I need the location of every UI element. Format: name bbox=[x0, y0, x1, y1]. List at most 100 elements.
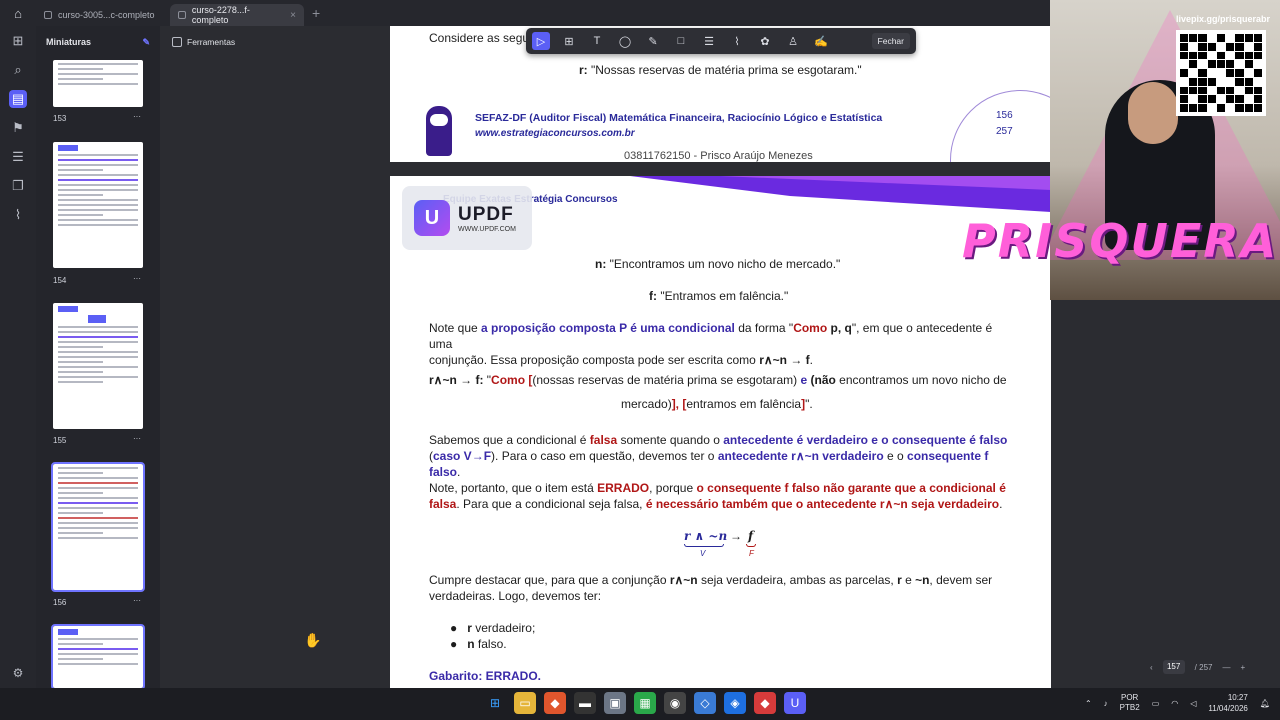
brave-browser-icon[interactable]: ◆ bbox=[544, 692, 566, 714]
text-r: "Nossas reservas de matéria prima se esg… bbox=[587, 63, 862, 77]
toolbox-icon bbox=[172, 37, 182, 47]
thumbnail-page-155[interactable] bbox=[53, 303, 143, 429]
new-tab-icon[interactable]: + bbox=[312, 5, 320, 21]
select-icon[interactable]: ▷ bbox=[532, 32, 550, 50]
textbox-icon[interactable]: ⊞ bbox=[560, 32, 578, 50]
attachment-icon[interactable]: ⌇ bbox=[0, 200, 36, 229]
text-run: , porque bbox=[649, 481, 697, 495]
label-f: f: bbox=[649, 289, 657, 303]
terminal-icon[interactable]: ▬ bbox=[574, 692, 596, 714]
close-toolbar-button[interactable]: Fechar bbox=[871, 33, 910, 49]
text-run: Note que bbox=[429, 321, 482, 335]
text-f: "Entramos em falência." bbox=[657, 289, 789, 303]
signature-icon[interactable]: ✍ bbox=[812, 32, 830, 50]
text-run: ". bbox=[805, 397, 813, 411]
tab-label: curso-2278...f-completo bbox=[191, 5, 250, 25]
more-icon[interactable]: ··· bbox=[133, 274, 141, 283]
close-tab-icon[interactable]: × bbox=[290, 10, 296, 21]
text-run: falso. bbox=[474, 637, 507, 651]
bookmark-icon[interactable]: ⚑ bbox=[0, 113, 36, 142]
start-icon[interactable]: ⊞ bbox=[484, 692, 506, 714]
thumbnails-header: Miniaturas ✎ bbox=[36, 26, 160, 58]
page-number: 156 bbox=[996, 110, 1013, 121]
thumbnail-page-153[interactable] bbox=[53, 60, 143, 107]
shape-icon[interactable]: □ bbox=[672, 32, 690, 50]
text-run: seja verdadeira, ambas as parcelas, bbox=[697, 573, 898, 587]
text-run: Sabemos que a condicional é bbox=[429, 433, 590, 447]
app-icon[interactable]: ◇ bbox=[694, 692, 716, 714]
notification-icon[interactable]: 🔔︎ bbox=[1260, 699, 1270, 708]
home-icon[interactable]: ⌂ bbox=[0, 0, 36, 26]
obs-icon[interactable]: ◉ bbox=[664, 692, 686, 714]
prev-page-icon[interactable]: ‹ bbox=[1150, 663, 1153, 672]
text-run: ], [ bbox=[671, 397, 687, 411]
strikethrough-icon[interactable]: ☰ bbox=[700, 32, 718, 50]
zoom-in-icon[interactable]: + bbox=[1240, 663, 1245, 672]
math-consequent: f bbox=[748, 529, 754, 543]
apps-icon[interactable]: ⊞ bbox=[0, 26, 36, 55]
highlighter-icon[interactable]: ✎ bbox=[644, 32, 662, 50]
thumbnail-page-157[interactable] bbox=[51, 624, 145, 688]
text-run: e bbox=[797, 373, 811, 387]
thumbnails-title: Miniaturas bbox=[46, 37, 92, 47]
volume-icon[interactable]: ◁ bbox=[1190, 699, 1196, 708]
footer-course: SEFAZ-DF (Auditor Fiscal) Matemática Fin… bbox=[475, 112, 883, 124]
more-icon[interactable]: ··· bbox=[133, 434, 141, 443]
settings-icon[interactable]: ⚙ bbox=[0, 666, 36, 680]
file-explorer-icon[interactable]: ▭ bbox=[514, 692, 536, 714]
text-run: a proposição composta P é uma condiciona… bbox=[481, 321, 735, 335]
text-run: ERRADO bbox=[597, 481, 650, 495]
updf-app-icon[interactable]: U bbox=[784, 692, 806, 714]
page-total: 257 bbox=[996, 126, 1013, 137]
display-icon[interactable]: ▭ bbox=[1152, 699, 1160, 708]
thumbnails-icon[interactable]: ▤ bbox=[0, 84, 36, 113]
language-indicator[interactable]: POR PTB2 bbox=[1120, 693, 1140, 713]
clock[interactable]: 10:27 11/04/2026 bbox=[1208, 692, 1247, 714]
text-run: ~n bbox=[915, 573, 930, 587]
comment-icon[interactable]: ◯ bbox=[616, 32, 634, 50]
formula-paragraph: r∧~n → f: "Como [(nossas reservas de mat… bbox=[429, 368, 1014, 416]
text-run: , devem ser bbox=[929, 573, 993, 587]
total-pages: / 257 bbox=[1194, 662, 1213, 672]
proposition-r: r: "Nossas reservas de matéria prima se … bbox=[579, 62, 862, 78]
wifi-icon[interactable]: ◠ bbox=[1171, 699, 1178, 708]
owl-logo bbox=[426, 106, 452, 156]
more-icon[interactable]: ··· bbox=[133, 596, 141, 605]
current-page-input[interactable]: 157 bbox=[1162, 660, 1185, 674]
zoom-out-icon[interactable]: — bbox=[1222, 663, 1230, 672]
text-run: conjunção. Essa proposição composta pode… bbox=[429, 353, 760, 367]
qr-code bbox=[1176, 30, 1266, 116]
microphone-icon[interactable]: ♪ bbox=[1104, 699, 1108, 708]
sticker-icon[interactable]: ✿ bbox=[756, 32, 774, 50]
paragraph-2: Sabemos que a condicional é falsa soment… bbox=[429, 432, 1014, 480]
tab-1[interactable]: curso-3005...c-completo bbox=[36, 4, 170, 26]
search-icon[interactable]: ⌕ bbox=[0, 55, 36, 84]
more-icon[interactable]: ··· bbox=[133, 112, 141, 121]
app-icon[interactable]: ◈ bbox=[724, 692, 746, 714]
spreadsheet-icon[interactable]: ▦ bbox=[634, 692, 656, 714]
updf-url: WWW.UPDF.COM bbox=[458, 225, 516, 233]
document-icon bbox=[178, 11, 186, 19]
text-run: . Para que a condicional seja falsa, bbox=[456, 497, 646, 511]
attach-icon[interactable]: ⌇ bbox=[728, 32, 746, 50]
text-run: e o bbox=[883, 449, 908, 463]
thumbnail-page-154[interactable] bbox=[53, 142, 143, 268]
app-icon[interactable]: ◆ bbox=[754, 692, 776, 714]
chevron-up-icon[interactable]: ⌃ bbox=[1085, 699, 1092, 708]
comments-icon[interactable]: ☰ bbox=[0, 142, 36, 171]
text-run: verdadeiras. Logo, devemos ter: bbox=[429, 589, 602, 603]
streamer-head bbox=[1128, 82, 1178, 144]
thumbnail-page-156[interactable] bbox=[51, 462, 145, 592]
lang-top: POR bbox=[1121, 693, 1139, 702]
math-v-label: V bbox=[700, 549, 706, 558]
app-icon[interactable]: ▣ bbox=[604, 692, 626, 714]
footer-owner: 03811762150 - Prisco Araújo Menezes bbox=[624, 150, 813, 162]
pin-icon[interactable]: ✎ bbox=[142, 37, 150, 48]
layers-icon[interactable]: ❐ bbox=[0, 171, 36, 200]
text-icon[interactable]: T bbox=[588, 32, 606, 50]
tab-2[interactable]: curso-2278...f-completo × bbox=[170, 4, 304, 26]
stamp-icon[interactable]: ♙ bbox=[784, 32, 802, 50]
text-run: mercado) bbox=[621, 397, 672, 411]
tools-button[interactable]: Ferramentas bbox=[166, 32, 241, 52]
text-run: falsa bbox=[589, 433, 618, 447]
